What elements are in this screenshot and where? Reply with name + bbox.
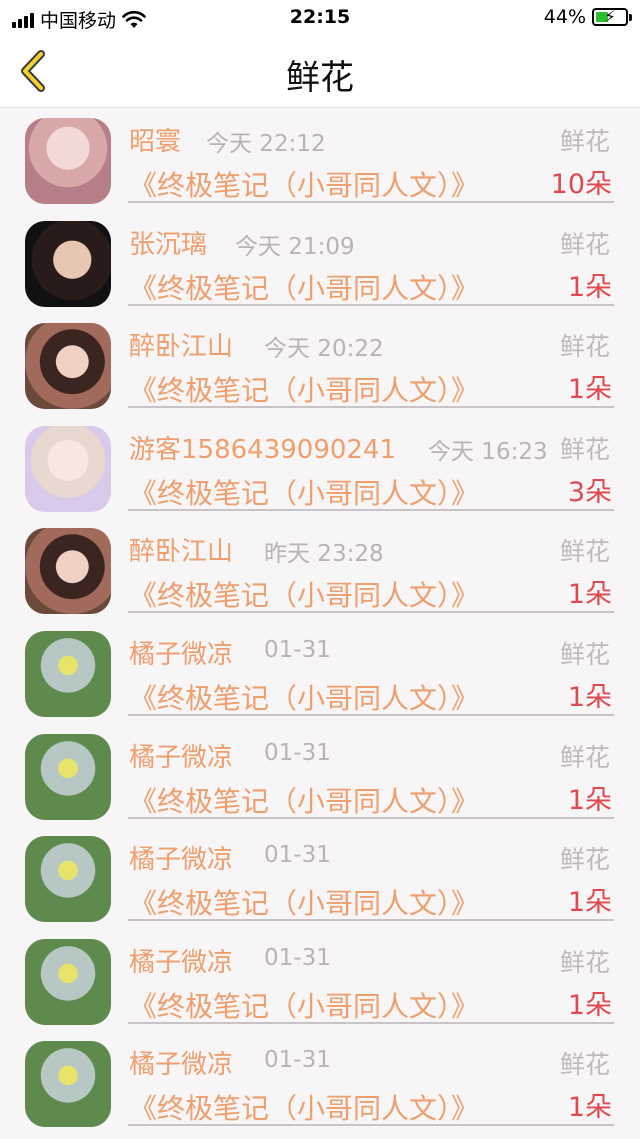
user-name[interactable]: 醉卧江山 — [129, 326, 233, 363]
list-item[interactable]: 橘子微凉 01-31 鲜花 《终极笔记（小哥同人文）》 1朵 — [0, 828, 640, 931]
user-name[interactable]: 昭寰 — [129, 121, 181, 158]
list-item[interactable]: 橘子微凉 01-31 鲜花 《终极笔记（小哥同人文）》 1朵 — [0, 931, 640, 1034]
user-name[interactable]: 醉卧江山 — [129, 531, 233, 568]
gift-time: 01-31 — [264, 739, 331, 766]
gift-type: 鲜花 — [559, 127, 610, 156]
list-item[interactable]: 游客1586439090241 今天 16:23 鲜花 《终极笔记（小哥同人文）… — [0, 418, 640, 521]
gift-count: 1朵 — [567, 374, 612, 406]
nav-bar: 鲜花 — [0, 34, 640, 108]
book-title[interactable]: 《终极笔记（小哥同人文）》 — [129, 472, 479, 512]
gift-count: 10朵 — [550, 169, 612, 200]
divider — [128, 1124, 614, 1127]
status-right: 44% ⚡ — [543, 6, 632, 28]
gift-type: 鲜花 — [559, 332, 610, 362]
book-title[interactable]: 《终极笔记（小哥同人文）》 — [129, 882, 479, 922]
gift-type: 鲜花 — [559, 845, 610, 875]
gift-time: 今天 16:23 — [428, 438, 548, 465]
divider — [128, 406, 614, 409]
list-item[interactable]: 橘子微凉 01-31 鲜花 《终极笔记（小哥同人文）》 1朵 — [0, 726, 640, 829]
status-bar: 中国移动 22:15 44% ⚡ — [0, 0, 640, 34]
list-item[interactable]: 昭寰 今天 22:12 鲜花 《终极笔记（小哥同人文）》 10朵 — [0, 110, 640, 213]
book-title[interactable]: 《终极笔记（小哥同人文）》 — [129, 780, 479, 820]
book-title[interactable]: 《终极笔记（小哥同人文）》 — [129, 1087, 479, 1127]
gift-time: 01-31 — [264, 842, 331, 869]
gift-type: 鲜花 — [559, 742, 610, 772]
avatar[interactable] — [25, 1041, 111, 1128]
divider — [128, 1021, 614, 1024]
gift-type: 鲜花 — [559, 1050, 610, 1080]
gift-count: 1朵 — [567, 579, 612, 611]
divider — [128, 201, 614, 203]
avatar[interactable] — [25, 938, 111, 1025]
avatar[interactable] — [25, 118, 111, 204]
list-item[interactable]: 橘子微凉 01-31 鲜花 《终极笔记（小哥同人文）》 1朵 — [0, 1033, 640, 1136]
list-item[interactable]: 醉卧江山 昨天 23:28 鲜花 《终极笔记（小哥同人文）》 1朵 — [0, 520, 640, 623]
avatar[interactable] — [25, 323, 111, 410]
gift-time: 今天 21:09 — [235, 233, 355, 260]
user-name[interactable]: 橘子微凉 — [129, 634, 233, 671]
gift-count: 3朵 — [567, 476, 612, 508]
gift-time: 今天 20:22 — [264, 336, 384, 363]
gift-time: 今天 22:12 — [206, 131, 326, 157]
book-title[interactable]: 《终极笔记（小哥同人文）》 — [129, 369, 479, 409]
gift-time: 01-31 — [264, 1047, 331, 1074]
divider — [128, 919, 614, 922]
page-title: 鲜花 — [286, 58, 354, 98]
divider — [128, 508, 614, 511]
list-item[interactable]: 醉卧江山 今天 20:22 鲜花 《终极笔记（小哥同人文）》 1朵 — [0, 315, 640, 418]
divider — [128, 713, 614, 716]
gift-count: 1朵 — [567, 784, 612, 816]
avatar[interactable] — [25, 425, 111, 512]
book-title[interactable]: 《终极笔记（小哥同人文）》 — [129, 985, 479, 1025]
book-title[interactable]: 《终极笔记（小哥同人文）》 — [129, 677, 479, 717]
user-name[interactable]: 橘子微凉 — [129, 839, 233, 876]
user-name[interactable]: 橘子微凉 — [129, 1044, 233, 1081]
avatar[interactable] — [25, 630, 111, 717]
gift-type: 鲜花 — [559, 639, 610, 669]
book-title[interactable]: 《终极笔记（小哥同人文）》 — [129, 164, 479, 204]
user-name[interactable]: 橘子微凉 — [129, 737, 233, 774]
gift-time: 01-31 — [264, 636, 331, 663]
gift-count: 1朵 — [567, 887, 612, 919]
divider — [128, 303, 614, 306]
gift-count: 1朵 — [567, 1092, 612, 1124]
battery-percent: 44% — [543, 6, 586, 28]
gift-type: 鲜花 — [559, 434, 610, 464]
gift-type: 鲜花 — [559, 537, 610, 567]
divider — [128, 816, 614, 819]
gift-count: 1朵 — [567, 271, 612, 303]
avatar[interactable] — [25, 528, 111, 615]
avatar[interactable] — [25, 733, 111, 820]
divider — [128, 611, 614, 614]
gift-count: 1朵 — [567, 989, 612, 1021]
user-name[interactable]: 橘子微凉 — [129, 942, 233, 979]
book-title[interactable]: 《终极笔记（小哥同人文）》 — [129, 574, 479, 614]
book-title[interactable]: 《终极笔记（小哥同人文）》 — [129, 267, 479, 307]
gift-count: 1朵 — [567, 681, 612, 713]
list-item[interactable]: 橘子微凉 01-31 鲜花 《终极笔记（小哥同人文）》 1朵 — [0, 623, 640, 726]
avatar[interactable] — [25, 836, 111, 923]
gift-type: 鲜花 — [559, 947, 610, 977]
gift-time: 01-31 — [264, 944, 331, 971]
user-name[interactable]: 游客1586439090241 — [129, 429, 396, 466]
battery-icon: ⚡ — [592, 7, 632, 26]
user-name[interactable]: 张沉璃 — [129, 224, 207, 261]
list-item[interactable]: 张沉璃 今天 21:09 鲜花 《终极笔记（小哥同人文）》 1朵 — [0, 213, 640, 316]
avatar[interactable] — [25, 220, 111, 307]
gift-time: 昨天 23:28 — [264, 541, 384, 568]
gift-type: 鲜花 — [559, 229, 610, 259]
flower-gift-list: 昭寰 今天 22:12 鲜花 《终极笔记（小哥同人文）》 10朵 张沉璃 今天 … — [0, 110, 640, 1136]
